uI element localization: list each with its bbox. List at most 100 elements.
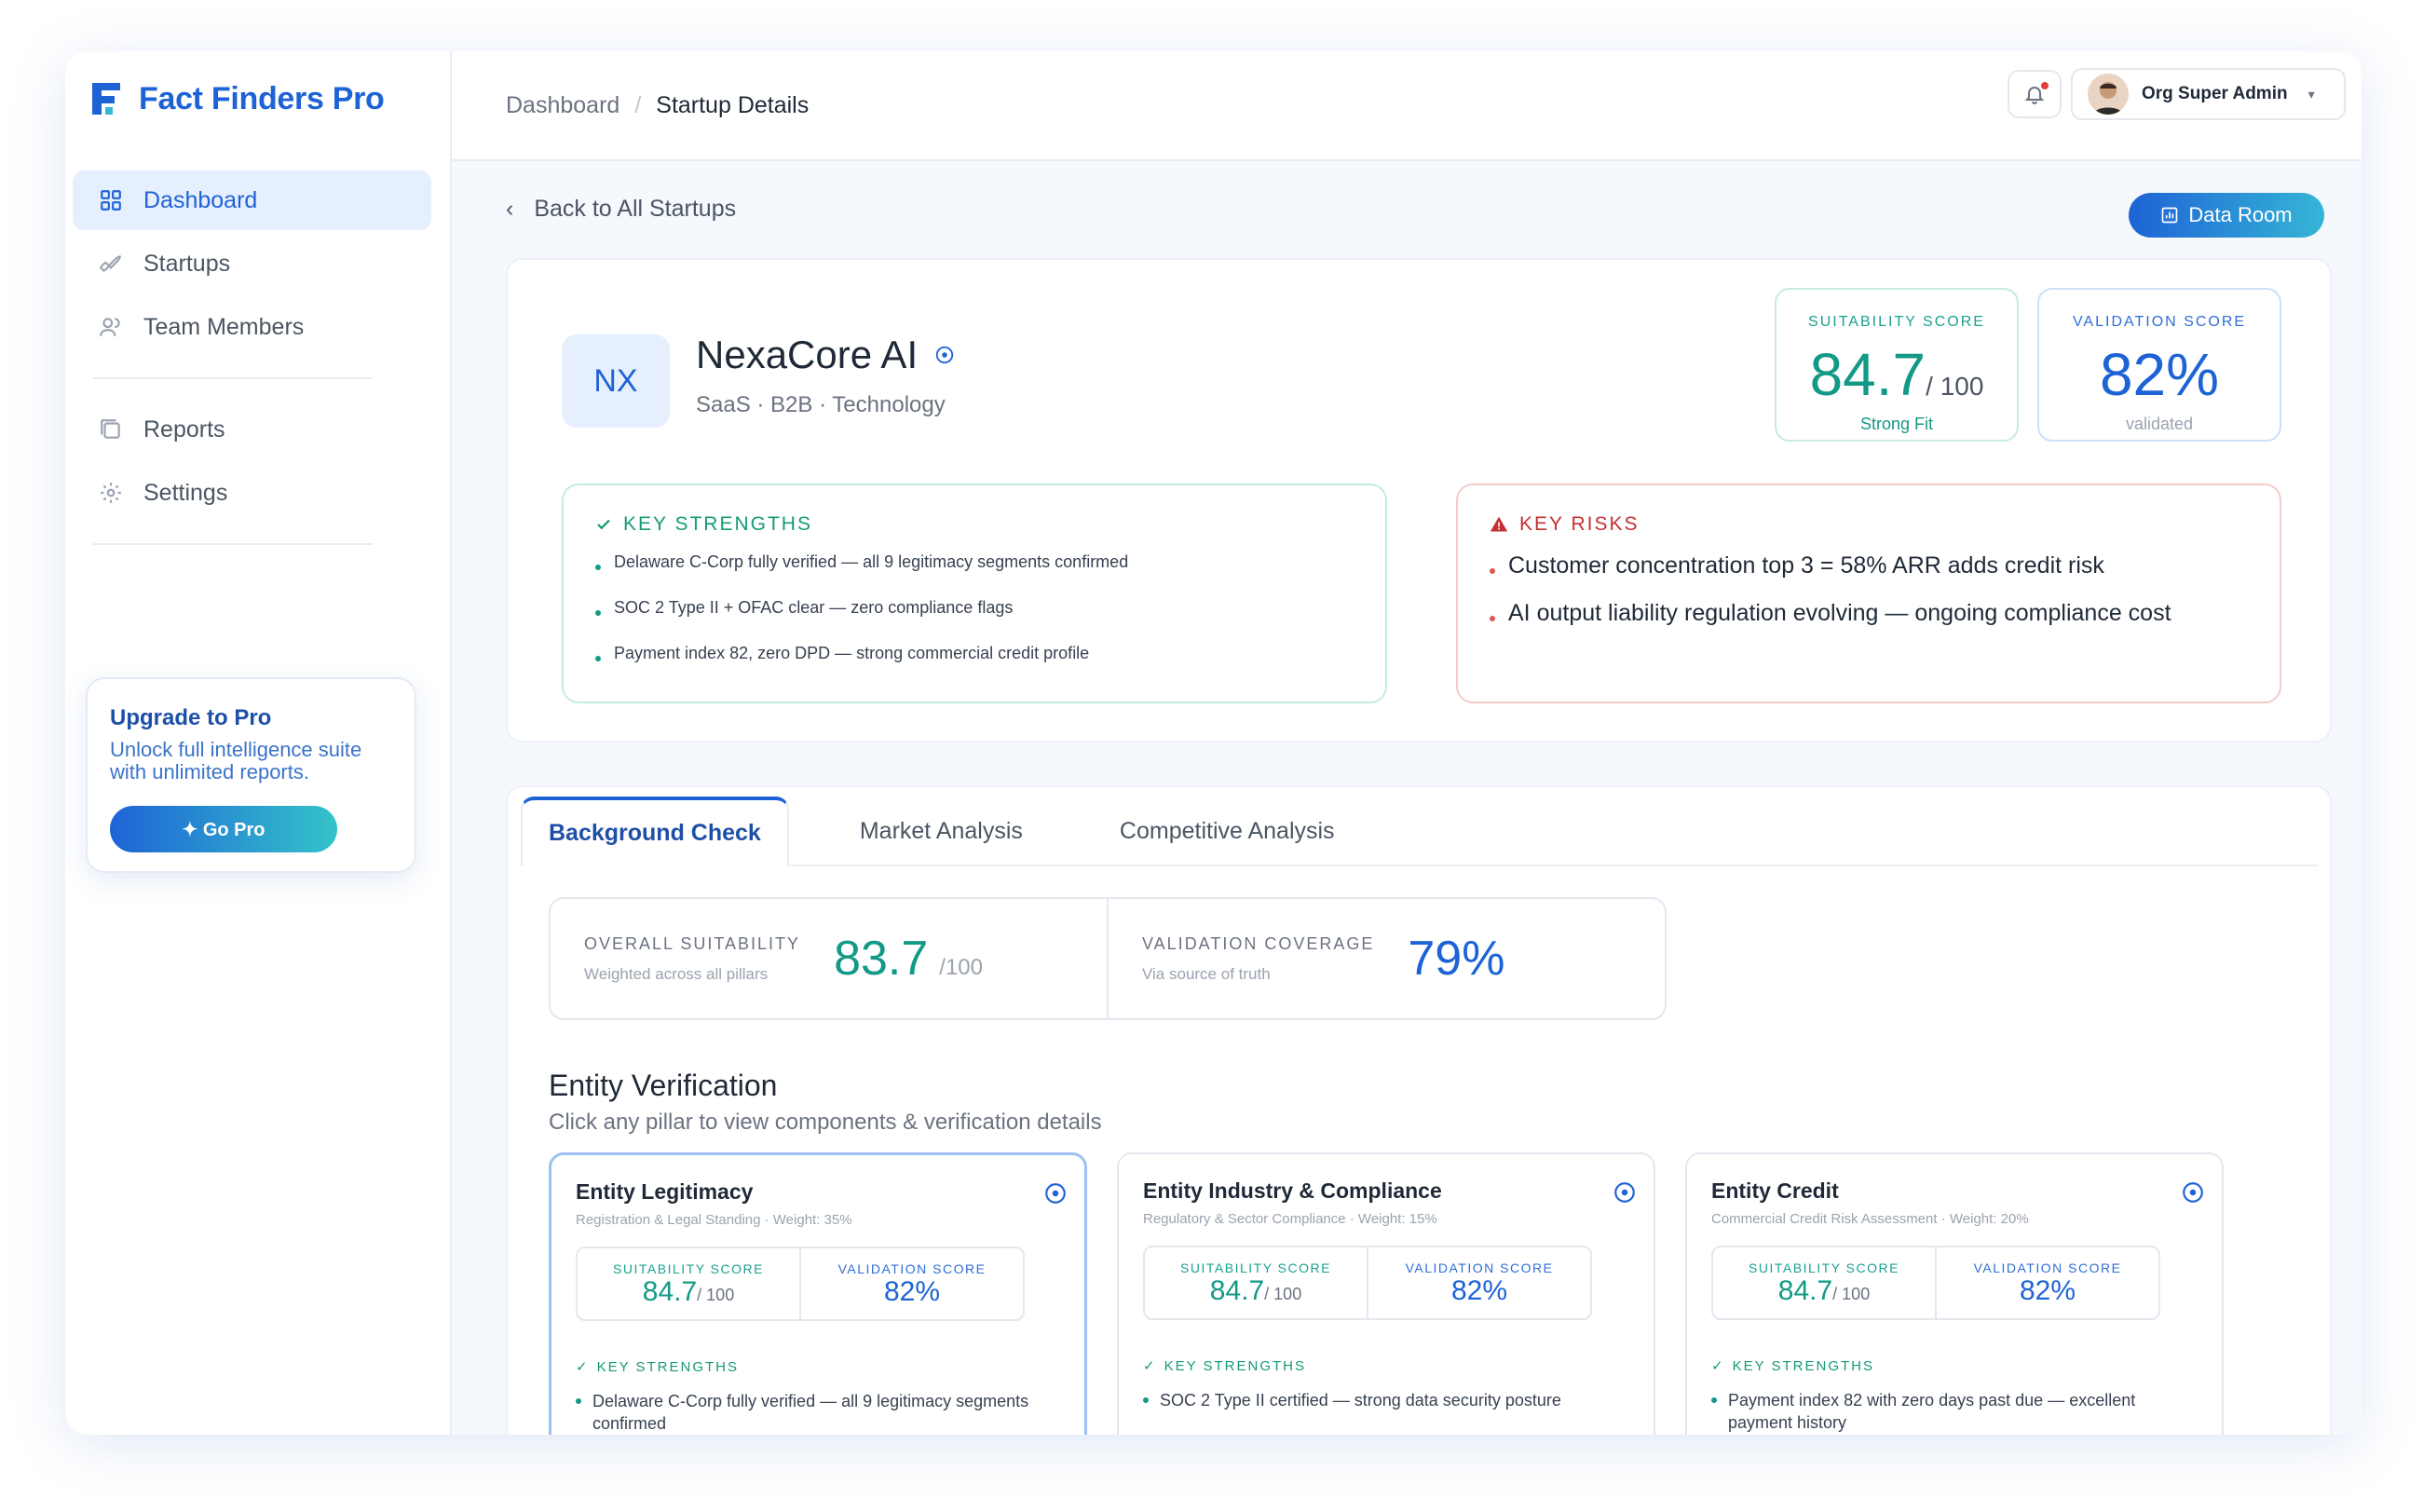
pillar-meta: Registration & Legal Standing · Weight: … [576, 1212, 852, 1228]
go-pro-button[interactable]: ✦ Go Pro [110, 806, 337, 852]
metric-sub: Weighted across all pillars [584, 964, 769, 983]
key-strengths-header: KEY STRENGTHS [595, 513, 1354, 536]
user-name: Org Super Admin [2142, 84, 2288, 103]
key-risks-list: Customer concentration top 3 = 58% ARR a… [1490, 552, 2248, 627]
sidebar-item-team-members[interactable]: Team Members [73, 297, 431, 357]
back-to-startups-link[interactable]: ‹ Back to All Startups [506, 196, 736, 223]
metric-value: 83.7/100 [834, 931, 983, 987]
pillar-validation: VALIDATION SCORE 82% [1367, 1247, 1590, 1318]
top-bar: Dashboard / Startup Details Org Super Ad… [452, 51, 2362, 161]
list-item: Delaware C-Corp fully verified — all 9 l… [595, 552, 1354, 572]
ks-text: Payment index 82 with zero days past due… [1728, 1391, 2136, 1432]
bullet [595, 564, 601, 570]
pillar-meta: Commercial Credit Risk Assessment · Weig… [1711, 1211, 2029, 1227]
chevron-left-icon: ‹ [506, 196, 514, 222]
user-menu[interactable]: Org Super Admin ▾ [2071, 68, 2346, 120]
suitability-value: 84.7 [1809, 341, 1926, 408]
list-item: Customer concentration top 3 = 58% ARR a… [1490, 552, 2248, 579]
pillar-card-entity-credit[interactable]: Entity Credit Commercial Credit Risk Ass… [1685, 1152, 2224, 1435]
bullet [1490, 567, 1495, 574]
strength-text: Delaware C-Corp fully verified — all 9 l… [614, 552, 1129, 571]
tab-competitive-analysis[interactable]: Competitive Analysis [1094, 797, 1361, 866]
mini-label: VALIDATION SCORE [1405, 1260, 1554, 1275]
tab-background-check[interactable]: Background Check [521, 797, 789, 866]
mini-value: 84.7/ 100 [1145, 1275, 1367, 1307]
info-icon[interactable] [934, 345, 955, 365]
pillar-suitability: SUITABILITY SCORE 84.7/ 100 [578, 1248, 799, 1319]
notification-dot [2041, 82, 2049, 89]
chevron-down-icon: ▾ [2307, 86, 2315, 102]
validation-coverage-metric: VALIDATION COVERAGE Via source of truth … [1107, 899, 1665, 1018]
key-risks-title: KEY RISKS [1519, 513, 1640, 535]
notifications-button[interactable] [2008, 70, 2062, 118]
pillar-card-entity-legitimacy[interactable]: Entity Legitimacy Registration & Legal S… [549, 1152, 1087, 1435]
suit-value: 84.7 [1777, 1275, 1833, 1306]
back-label: Back to All Startups [534, 196, 737, 222]
breadcrumb: Dashboard / Startup Details [506, 92, 809, 119]
avatar-image [2088, 74, 2129, 115]
mini-label: SUITABILITY SCORE [1749, 1260, 1899, 1275]
sidebar-item-label: Dashboard [143, 186, 258, 213]
suit-value: 84.7 [642, 1276, 698, 1307]
suit-value: 84.7 [1209, 1275, 1265, 1306]
suitability-score-label: SUITABILITY SCORE [1808, 314, 1985, 330]
grid-icon [101, 190, 121, 211]
sidebar-item-reports[interactable]: Reports [73, 400, 431, 459]
pillar-scores: SUITABILITY SCORE 84.7/ 100 VALIDATION S… [576, 1246, 1025, 1321]
entity-verification-subtitle: Click any pillar to view components & ve… [549, 1110, 1102, 1135]
mini-label: SUITABILITY SCORE [613, 1261, 764, 1276]
sidebar: Fact Finders Pro Dashboard Startups Team… [65, 51, 452, 1435]
analysis-tabs-card: Background Check Market Analysis Competi… [506, 785, 2332, 1435]
main-content: Dashboard / Startup Details Org Super Ad… [452, 51, 2362, 1435]
key-risks-panel: KEY RISKS Customer concentration top 3 =… [1456, 484, 2281, 703]
bullet [1143, 1397, 1149, 1403]
startup-summary-card: NX NexaCore AI SaaS · B2B · Technology S… [506, 258, 2332, 742]
sidebar-item-settings[interactable]: Settings [73, 463, 431, 523]
mini-value: 82% [883, 1276, 941, 1307]
mini-value: 82% [2019, 1275, 2076, 1306]
risk-text: AI output liability regulation evolving … [1508, 600, 2171, 626]
data-room-label: Data Room [2188, 203, 2293, 226]
info-icon[interactable] [1043, 1181, 1068, 1206]
avatar [2088, 74, 2129, 115]
ks-label: KEY STRENGTHS [1732, 1357, 1874, 1374]
data-room-button[interactable]: Data Room [2129, 193, 2324, 238]
overall-max: /100 [939, 955, 983, 980]
list-item: SOC 2 Type II + OFAC clear — zero compli… [595, 598, 1354, 618]
validation-score-sub: validated [2125, 415, 2194, 433]
pillar-suitability: SUITABILITY SCORE 84.7/ 100 [1713, 1247, 1935, 1318]
pillar-suitability: SUITABILITY SCORE 84.7/ 100 [1145, 1247, 1367, 1318]
bullet [595, 609, 601, 616]
pillar-name: Entity Industry & Compliance [1143, 1178, 1442, 1203]
info-icon[interactable] [2181, 1180, 2205, 1205]
company-tags: SaaS · B2B · Technology [696, 392, 946, 417]
strength-text: SOC 2 Type II + OFAC clear — zero compli… [614, 598, 1014, 617]
brand[interactable]: Fact Finders Pro [88, 79, 385, 118]
suit-max: / 100 [1264, 1285, 1302, 1303]
key-risks-header: KEY RISKS [1490, 513, 2248, 536]
check-icon [597, 519, 610, 530]
risk-text: Customer concentration top 3 = 58% ARR a… [1508, 552, 2104, 579]
metric-label: OVERALL SUITABILITY [584, 933, 801, 953]
bullet [1490, 615, 1495, 621]
sidebar-item-label: Settings [143, 479, 228, 506]
breadcrumb-separator: / [634, 92, 642, 118]
info-icon[interactable] [1613, 1180, 1637, 1205]
pillar-card-entity-industry-compliance[interactable]: Entity Industry & Compliance Regulatory … [1117, 1152, 1655, 1435]
suitability-score-sub: Strong Fit [1859, 415, 1934, 433]
breadcrumb-dashboard[interactable]: Dashboard [506, 92, 619, 119]
pillar-key-strengths-header: ✓ KEY STRENGTHS [1711, 1357, 2198, 1375]
pillar-key-strengths-header: ✓ KEY STRENGTHS [1143, 1357, 1629, 1375]
warning-icon [1490, 516, 1508, 532]
sidebar-item-dashboard[interactable]: Dashboard [73, 170, 431, 230]
ks-text: Delaware C-Corp fully verified — all 9 l… [592, 1392, 1029, 1433]
pillar-validation: VALIDATION SCORE 82% [1935, 1247, 2158, 1318]
users-icon [100, 318, 120, 336]
ks-text: SOC 2 Type II certified — strong data se… [1160, 1391, 1561, 1410]
suitability-max: / 100 [1926, 372, 1984, 401]
tab-market-analysis[interactable]: Market Analysis [834, 797, 1049, 866]
upgrade-title: Upgrade to Pro [110, 705, 272, 730]
check-icon: ✓ [576, 1359, 590, 1375]
pillar-name: Entity Legitimacy [576, 1179, 754, 1204]
sidebar-item-startups[interactable]: Startups [73, 234, 431, 293]
